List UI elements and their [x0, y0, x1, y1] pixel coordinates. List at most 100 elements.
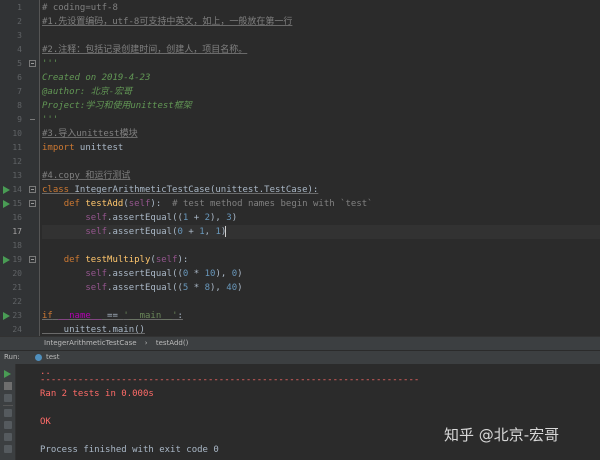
line-number: 10 — [12, 129, 22, 138]
fold-icon[interactable] — [29, 60, 36, 67]
fold-icon[interactable] — [29, 256, 36, 263]
code-line[interactable]: Created on 2019-4-23 — [42, 71, 600, 85]
gutter-row: 2 — [0, 15, 40, 29]
gutter-row: 5 — [0, 57, 40, 71]
line-number: 9 — [17, 115, 22, 124]
line-number: 5 — [17, 59, 22, 68]
line-number: 3 — [17, 31, 22, 40]
code-line[interactable]: ''' — [42, 57, 600, 71]
run-panel-header: Run: test — [0, 350, 600, 364]
line-number: 21 — [12, 283, 22, 292]
gutter-row: 22 — [0, 295, 40, 309]
gutter-row: 10 — [0, 127, 40, 141]
gutter-row: 12 — [0, 155, 40, 169]
gutter-row: 3 — [0, 29, 40, 43]
gutter-row: 9 — [0, 113, 40, 127]
code-line[interactable] — [42, 239, 600, 253]
gutter-row: 18 — [0, 239, 40, 253]
code-line[interactable] — [42, 155, 600, 169]
gutter-row: 14 — [0, 183, 40, 197]
code-line[interactable]: self.assertEqual((0 * 10), 0) — [42, 267, 600, 281]
line-number: 24 — [12, 325, 22, 334]
code-line[interactable]: self.assertEqual(0 + 1, 1) — [42, 225, 600, 239]
gutter-row: 24 — [0, 323, 40, 337]
line-number: 8 — [17, 101, 22, 110]
line-number: 18 — [12, 241, 22, 250]
run-label: Run: — [4, 353, 20, 361]
console-line: OK — [40, 417, 51, 427]
restore-layout-icon[interactable] — [4, 394, 12, 402]
layout-icon[interactable] — [4, 421, 12, 429]
run-tab-test[interactable]: test — [30, 351, 65, 364]
line-number: 17 — [12, 227, 22, 236]
gutter-row: 23 — [0, 309, 40, 323]
line-number: 13 — [12, 171, 22, 180]
trash-icon[interactable] — [4, 445, 12, 453]
zhihu-watermark: 知乎 @北京-宏哥 — [444, 426, 560, 444]
breadcrumb: IntegerArithmeticTestCase › testAdd() — [0, 336, 600, 350]
line-number: 1 — [17, 3, 22, 12]
line-number: 7 — [17, 87, 22, 96]
pause-output-icon[interactable] — [4, 409, 12, 417]
run-gutter-icon[interactable] — [3, 256, 10, 264]
gutter-row: 21 — [0, 281, 40, 295]
code-line[interactable]: # coding=utf-8 — [42, 1, 600, 15]
gutter-row: 16 — [0, 211, 40, 225]
code-line[interactable]: #2.注释：包括记录创建时间，创建人，项目名称。 — [42, 43, 600, 57]
console-line: Process finished with exit code 0 — [40, 445, 219, 455]
code-line[interactable] — [42, 295, 600, 309]
breadcrumb-method[interactable]: testAdd() — [156, 339, 188, 347]
editor-gutter: 1 2 3 4 5 6 7 8 9 10 11 12 13 14 15 16 17 18 19 20 21 22 23 24 — [0, 0, 40, 336]
code-line[interactable]: unittest.main() — [42, 323, 600, 337]
line-number: 16 — [12, 213, 22, 222]
code-line[interactable]: def testMultiply(self): — [42, 253, 600, 267]
gutter-row: 11 — [0, 141, 40, 155]
line-number: 20 — [12, 269, 22, 278]
run-gutter-icon[interactable] — [3, 200, 10, 208]
line-number: 4 — [17, 45, 22, 54]
console-separator-line: ----------------------------------------… — [40, 375, 420, 385]
toolbar-divider — [3, 405, 13, 406]
code-line[interactable]: @author: 北京-宏哥 — [42, 85, 600, 99]
code-line[interactable]: import unittest — [42, 141, 600, 155]
gutter-row: 19 — [0, 253, 40, 267]
console-line: Ran 2 tests in 0.000s — [40, 389, 154, 399]
code-editor[interactable]: 1 2 3 4 5 6 7 8 9 10 11 12 13 14 15 16 17 18 19 20 21 22 23 24 … — [0, 0, 600, 336]
code-line[interactable]: def testAdd(self): # test method names b… — [42, 197, 600, 211]
line-number: 12 — [12, 157, 22, 166]
run-gutter-icon[interactable] — [3, 186, 10, 194]
run-console-panel: .. -------------------------------------… — [0, 364, 600, 460]
stop-icon[interactable] — [4, 382, 12, 390]
breadcrumb-separator: › — [144, 339, 148, 347]
gutter-row: 8 — [0, 99, 40, 113]
code-line[interactable]: if __name__ == '__main__': — [42, 309, 600, 323]
run-toolbar — [0, 364, 16, 460]
pin-icon[interactable] — [4, 433, 12, 441]
code-line[interactable]: #3.导入unittest模块 — [42, 127, 600, 141]
fold-icon[interactable] — [29, 186, 36, 193]
gutter-row: 15 — [0, 197, 40, 211]
fold-end-icon[interactable] — [30, 119, 35, 120]
gutter-row: 1 — [0, 1, 40, 15]
line-number: 11 — [12, 143, 22, 152]
gutter-row: 6 — [0, 71, 40, 85]
line-number: 22 — [12, 297, 22, 306]
line-number: 6 — [17, 73, 22, 82]
code-line[interactable]: self.assertEqual((5 * 8), 40) — [42, 281, 600, 295]
gutter-row: 17 — [0, 225, 40, 239]
gutter-row: 7 — [0, 85, 40, 99]
run-gutter-icon[interactable] — [3, 312, 10, 320]
fold-icon[interactable] — [29, 200, 36, 207]
breadcrumb-class[interactable]: IntegerArithmeticTestCase — [44, 339, 137, 347]
code-line[interactable]: #1.先设置编码，utf-8可支持中英文，如上，一般放在第一行 — [42, 15, 600, 29]
line-number: 2 — [17, 17, 22, 26]
code-line[interactable]: ''' — [42, 113, 600, 127]
code-line[interactable]: self.assertEqual((1 + 2), 3) — [42, 211, 600, 225]
code-line[interactable]: Project:学习和使用unittest框架 — [42, 99, 600, 113]
code-line[interactable] — [42, 29, 600, 43]
run-tab-label: test — [46, 353, 60, 361]
gutter-row: 20 — [0, 267, 40, 281]
code-line[interactable]: class IntegerArithmeticTestCase(unittest… — [42, 183, 600, 197]
rerun-icon[interactable] — [4, 370, 11, 378]
code-line[interactable]: #4.copy 和运行测试 — [42, 169, 600, 183]
